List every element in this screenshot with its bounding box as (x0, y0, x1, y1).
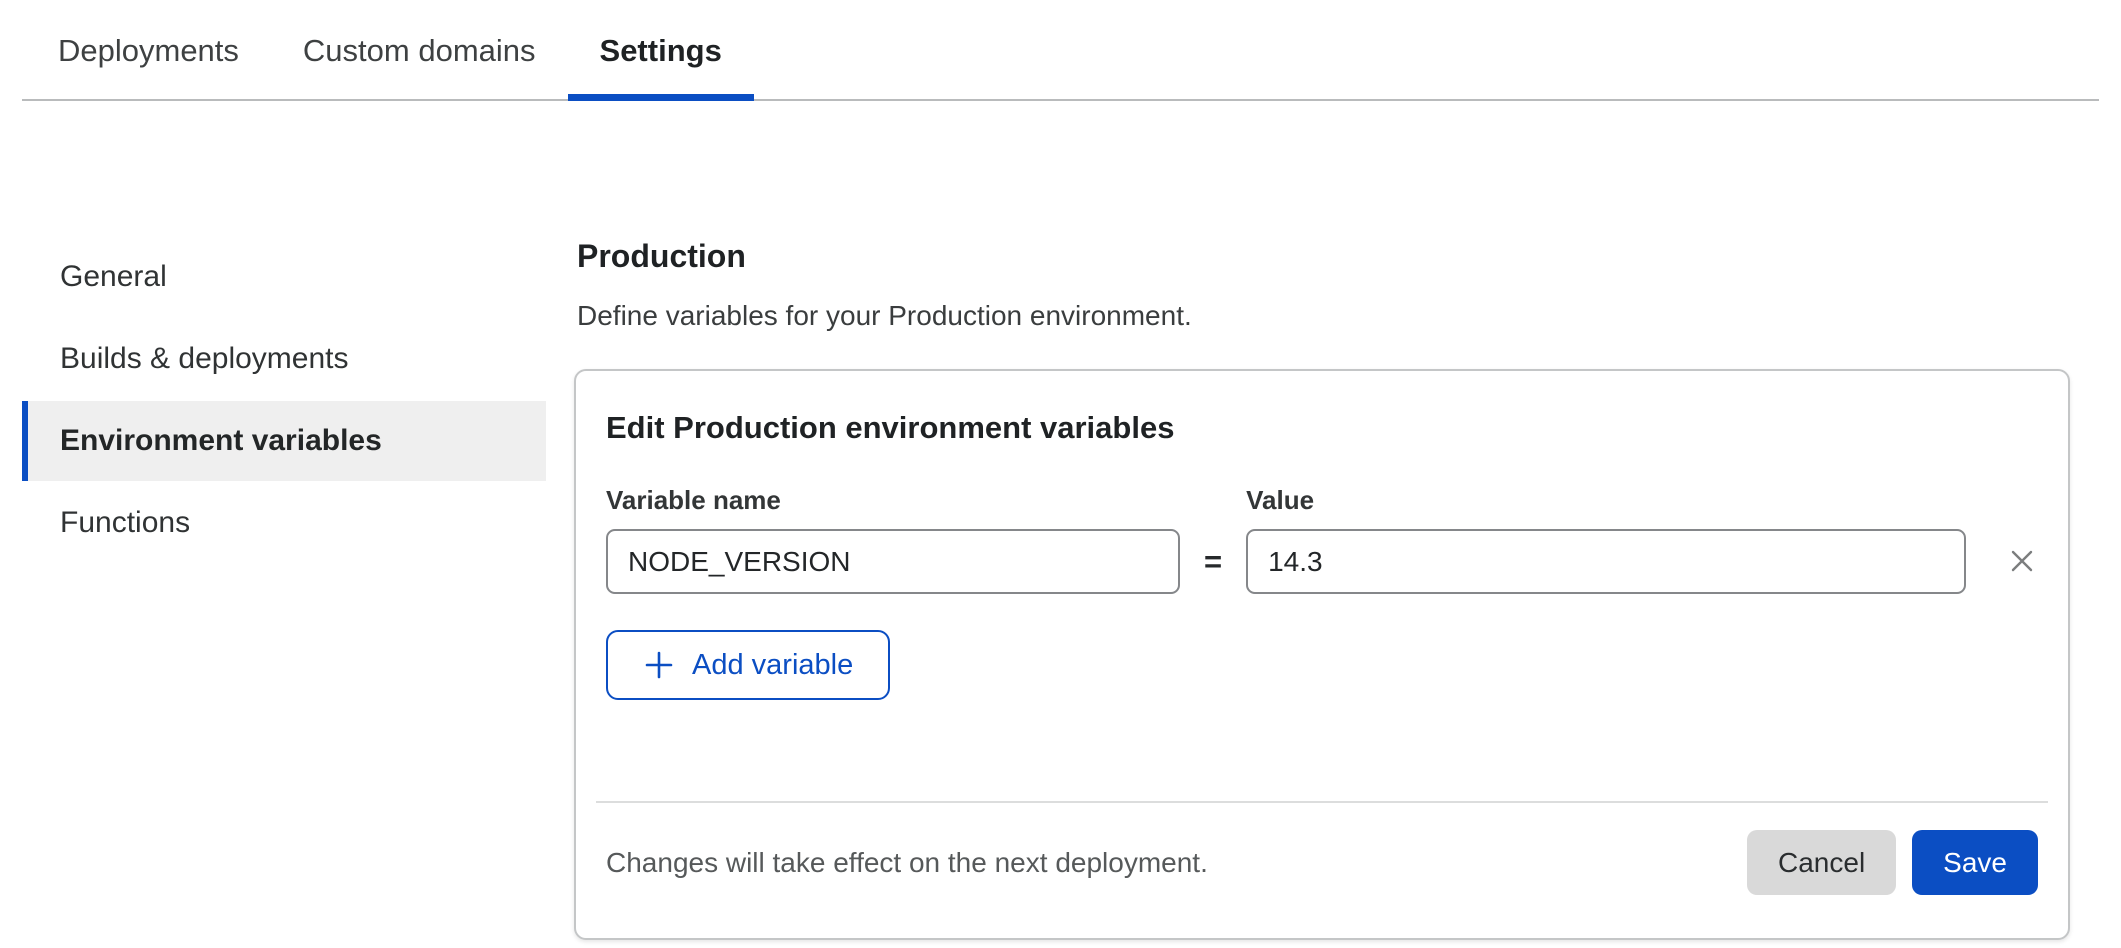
footer-note: Changes will take effect on the next dep… (606, 847, 1208, 879)
variable-name-label: Variable name (606, 485, 1180, 515)
value-label: Value (1246, 485, 1966, 515)
environment-variables-card: Edit Production environment variables Va… (574, 369, 2070, 940)
sidebar-item-builds-deployments[interactable]: Builds & deployments (22, 319, 546, 399)
sidebar-item-environment-variables[interactable]: Environment variables (22, 401, 546, 481)
value-input[interactable] (1246, 529, 1966, 594)
page-title: Production (577, 237, 2070, 275)
save-button[interactable]: Save (1912, 830, 2038, 895)
variable-name-input[interactable] (606, 529, 1180, 594)
settings-sidebar: General Builds & deployments Environment… (22, 237, 546, 565)
cancel-button[interactable]: Cancel (1747, 830, 1896, 895)
sidebar-item-functions[interactable]: Functions (22, 483, 546, 563)
add-variable-button[interactable]: Add variable (606, 630, 890, 700)
variable-name-field-group: Variable name (606, 485, 1180, 594)
page-description: Define variables for your Production env… (577, 299, 2070, 333)
settings-layout: General Builds & deployments Environment… (0, 237, 2121, 940)
x-icon (2006, 545, 2038, 577)
equals-sign: = (1204, 545, 1222, 594)
add-variable-label: Add variable (692, 649, 853, 682)
value-field-group: Value (1246, 485, 1966, 594)
tab-deployments[interactable]: Deployments (26, 0, 271, 99)
sidebar-item-general[interactable]: General (22, 237, 546, 317)
card-divider (596, 801, 2048, 803)
variable-row: Variable name = Value (606, 485, 2038, 594)
settings-content: Production Define variables for your Pro… (574, 237, 2070, 940)
project-tabbar: Deployments Custom domains Settings (22, 0, 2099, 101)
tab-custom-domains[interactable]: Custom domains (271, 0, 568, 99)
plus-icon (643, 649, 675, 681)
tab-settings[interactable]: Settings (568, 0, 754, 99)
footer-actions: Cancel Save (1747, 830, 2038, 895)
card-footer: Changes will take effect on the next dep… (606, 830, 2038, 895)
card-title: Edit Production environment variables (606, 409, 2038, 447)
remove-variable-button[interactable] (2006, 545, 2038, 577)
